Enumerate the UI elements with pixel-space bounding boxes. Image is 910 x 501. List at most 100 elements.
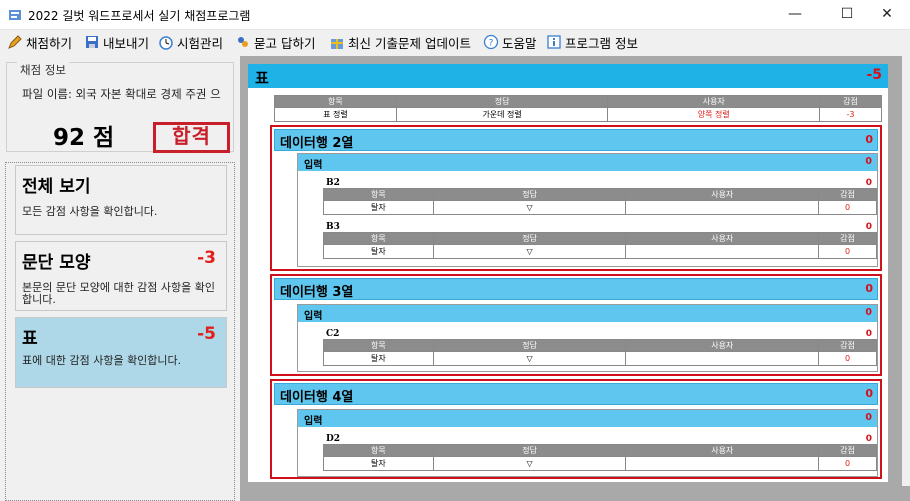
category-card-table[interactable]: 표 -5 표에 대한 감점 사항을 확인합니다. [15,317,227,388]
report-viewer[interactable]: 표 -5 항목 정답 사용자 감점 표 정렬 가운데 정렬 양쪽 정렬 -3 데… [240,56,902,486]
section-header: 표 -5 [248,64,888,88]
col-header: 정답 [432,188,627,201]
col-header: 항목 [323,444,434,457]
input-score: 0 [865,307,872,318]
data-row-score: 0 [865,282,873,295]
minimize-button[interactable]: — [772,0,818,30]
col-header: 정답 [395,95,609,108]
menu-bar: 채점하기 내보내기 시험관리 묻고 답하기 최신 기출문제 업데이트 ? 도움말… [0,30,910,54]
cell-name: D2 [326,434,341,444]
data-row-block: 데이터행 3열 0 입력 0 C2 0 항목 정답 사용자 감점 탈자 ▽ 0 [270,274,882,376]
cell-table: 항목 정답 사용자 감점 탈자 ▽ 0 [323,444,877,471]
table-row: 탈자 ▽ 0 [323,351,877,366]
viewer-bottom-edge [240,486,910,501]
menu-grade[interactable]: 채점하기 [7,33,72,51]
table-row: 탈자 ▽ 0 [323,200,877,215]
cell-answer: 가운데 정렬 [395,107,609,122]
input-title: 입력 [304,416,323,427]
input-block: 입력 0 B2 0 항목 정답 사용자 감점 탈자 ▽ 0 B3 0 항목 정답 사용자 감점 … [297,153,878,267]
cell-user: 양쪽 정렬 [607,107,821,122]
col-header: 사용자 [625,444,820,457]
save-icon [86,36,98,48]
menu-label: 내보내기 [103,35,150,51]
cell-name: C2 [326,329,340,339]
data-row-title: 데이터행 4열 [280,390,354,405]
input-block: 입력 0 D2 0 항목 정답 사용자 감점 탈자 ▽ 0 [297,409,878,477]
report-document: 표 -5 항목 정답 사용자 감점 표 정렬 가운데 정렬 양쪽 정렬 -3 데… [248,64,888,482]
input-title: 입력 [304,311,323,322]
col-header: 항목 [323,188,434,201]
cell-penalty: 0 [818,200,877,215]
score-info-group: 채점 정보 파일 이름: 외국 자본 확대로 경제 주권 으 92 점 합격 [6,62,234,153]
col-header: 감점 [818,339,877,352]
menu-program-info[interactable]: 프로그램 정보 [546,33,638,51]
category-card-paragraph[interactable]: 문단 모양 -3 본문의 문단 모양에 대한 감점 사항을 확인합니다. [15,241,227,311]
menu-label: 시험관리 [177,35,224,51]
data-row-block: 데이터행 4열 0 입력 0 D2 0 항목 정답 사용자 감점 탈자 ▽ 0 [270,379,882,479]
data-row-title: 데이터행 2열 [280,136,354,151]
menu-exam[interactable]: 시험관리 [158,33,223,51]
summary-table: 항목 정답 사용자 감점 표 정렬 가운데 정렬 양쪽 정렬 -3 [274,95,882,122]
data-row-score: 0 [865,133,873,146]
group-label: 채점 정보 [17,62,69,78]
cell-user [625,351,820,366]
qa-icon [238,37,248,47]
cell-answer: ▽ [432,456,627,471]
menu-qa[interactable]: 묻고 답하기 [235,33,315,51]
cell-score: 0 [865,434,872,444]
close-button[interactable]: ✕ [864,0,910,30]
timer-icon [159,36,173,50]
title-bar: 2022 길벗 워드프로세서 실기 채점프로그램 — ☐ ✕ [0,0,910,30]
input-header: 입력 0 [298,305,877,322]
cell-table: 항목 정답 사용자 감점 탈자 ▽ 0 [323,232,877,259]
cell-item: 표 정렬 [274,107,397,122]
category-score: -5 [197,324,216,344]
cell-name: B3 [326,222,340,232]
section-title: 표 [255,69,269,87]
data-row-header: 데이터행 2열 0 [274,129,878,151]
menu-help[interactable]: ? 도움말 [483,33,537,51]
menu-update[interactable]: 최신 기출문제 업데이트 [329,33,471,51]
table-row: 탈자 ▽ 0 [323,244,877,259]
section-score: -5 [866,67,882,83]
info-icon [547,35,561,49]
menu-label: 프로그램 정보 [565,35,638,51]
col-header: 정답 [432,232,627,245]
pass-stamp: 합격 [153,122,230,153]
input-header: 입력 0 [298,154,877,171]
help-icon: ? [483,34,499,50]
cell-item: 탈자 [323,456,434,471]
cell-penalty: 0 [818,351,877,366]
input-score: 0 [865,156,872,167]
category-card-all[interactable]: 전체 보기 모든 감점 사항을 확인합니다. [15,165,227,235]
app-icon [9,10,21,20]
cell-score: 0 [865,329,872,339]
data-row-header: 데이터행 3열 0 [274,278,878,300]
col-header: 사용자 [607,95,821,108]
col-header: 항목 [274,95,397,108]
col-header: 정답 [432,339,627,352]
menu-export[interactable]: 내보내기 [84,33,149,51]
cell-answer: ▽ [432,244,627,259]
cell-score: 0 [865,178,872,188]
cell-user [625,244,820,259]
left-panel: 채점 정보 파일 이름: 외국 자본 확대로 경제 주권 으 92 점 합격 전… [0,56,240,501]
menu-label: 묻고 답하기 [254,35,316,51]
col-header: 사용자 [625,188,820,201]
total-score: 92 점 [53,125,115,151]
menu-label: 채점하기 [26,35,73,51]
input-score: 0 [865,412,872,423]
data-row-header: 데이터행 4열 0 [274,383,878,405]
category-title: 전체 보기 [22,177,91,197]
cell-user [625,456,820,471]
file-name: 파일 이름: 외국 자본 확대로 경제 주권 으 [22,87,221,101]
category-desc: 표에 대한 감점 사항을 확인합니다. [22,354,182,367]
table-row: 탈자 ▽ 0 [323,456,877,471]
col-header: 항목 [323,339,434,352]
cell-item: 탈자 [323,200,434,215]
col-header: 감점 [819,95,882,108]
category-desc: 본문의 문단 모양에 대한 감점 사항을 확인합니다. [22,281,216,306]
cell-item: 탈자 [323,351,434,366]
input-block: 입력 0 C2 0 항목 정답 사용자 감점 탈자 ▽ 0 [297,304,878,372]
cell-name: B2 [326,178,340,188]
